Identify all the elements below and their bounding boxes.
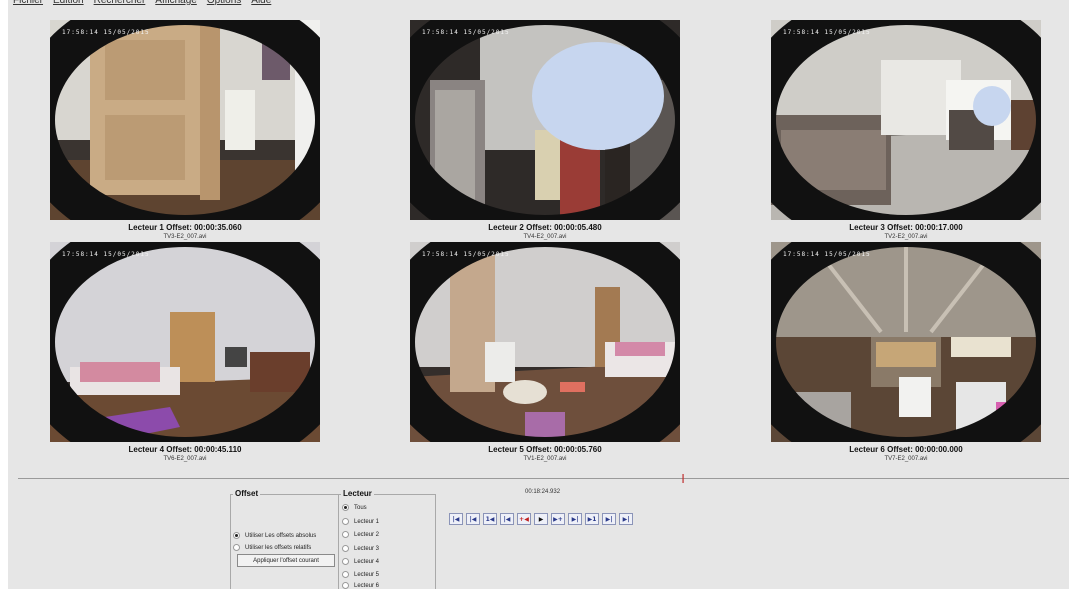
video-view-4[interactable]: 17:58:14 15/05/2015 <box>50 242 320 442</box>
camera-file-3: TV2-E2_007.avi <box>884 234 928 240</box>
video-frame-1 <box>50 20 320 220</box>
lecteur-label-2: Lecteur 2 <box>354 531 380 538</box>
video-timestamp-1: 17:58:14 15/05/2015 <box>62 29 150 36</box>
first-frame-button[interactable]: |◀ <box>449 513 463 525</box>
mark-forward-button[interactable]: ▶+ <box>551 513 565 525</box>
lecteur-radio-tous[interactable] <box>342 504 349 511</box>
video-timestamp-5: 17:58:14 15/05/2015 <box>422 251 510 258</box>
step-back-icon: |◀ <box>503 515 511 523</box>
menu-options[interactable]: Options <box>202 0 246 11</box>
app-window: Fichier Edition Rechercher Affichage Opt… <box>8 0 1069 589</box>
lecteur-radio-5[interactable] <box>342 571 349 578</box>
video-timestamp-6: 17:58:14 15/05/2015 <box>783 251 871 258</box>
step-forward-large-icon: ▶1 <box>587 515 597 523</box>
step-back-button[interactable]: |◀ <box>500 513 514 525</box>
privacy-mask <box>973 86 1011 126</box>
lecteur-label-4: Lecteur 4 <box>354 558 380 565</box>
next-chapter-icon: ▶| <box>605 515 613 523</box>
offset-relative-radio[interactable] <box>233 544 240 551</box>
last-frame-icon: ▶| <box>622 515 630 523</box>
privacy-mask <box>532 42 664 150</box>
lecteur-label-5: Lecteur 5 <box>354 571 380 578</box>
menu-edition[interactable]: Edition <box>48 0 89 11</box>
step-back-large-button[interactable]: 1◀ <box>483 513 497 525</box>
prev-chapter-icon: |◀ <box>469 515 477 523</box>
menu-aide[interactable]: Aide <box>246 0 276 11</box>
lecteur-label-1: Lecteur 1 <box>354 518 380 525</box>
offset-relative-label: Utiliser les offsets relatifs <box>245 544 312 551</box>
first-frame-icon: |◀ <box>452 515 460 523</box>
offset-relative-option[interactable]: Utiliser les offsets relatifs <box>233 544 311 551</box>
lecteur-label-3: Lecteur 3 <box>354 545 380 552</box>
offset-panel-title: Offset <box>233 489 261 498</box>
video-frame-5 <box>410 242 680 442</box>
apply-offset-button[interactable]: Appliquer l'offset courant <box>237 554 335 567</box>
camera-file-6: TV7-E2_007.avi <box>884 456 928 462</box>
offset-absolute-radio[interactable] <box>233 532 240 539</box>
lecteur-option-1[interactable]: Lecteur 1 <box>342 518 379 525</box>
play-icon: ▶ <box>538 515 544 523</box>
video-view-1[interactable]: 17:58:14 15/05/2015 <box>50 20 320 220</box>
lecteur-radio-2[interactable] <box>342 531 349 538</box>
lecteur-option-5[interactable]: Lecteur 5 <box>342 571 379 578</box>
video-timestamp-3: 17:58:14 15/05/2015 <box>783 29 871 36</box>
lecteur-label-6: Lecteur 6 <box>354 582 380 589</box>
lecteur-label-tous: Tous <box>354 504 367 511</box>
step-forward-icon: ▶| <box>571 515 579 523</box>
lecteur-option-6[interactable]: Lecteur 6 <box>342 582 379 589</box>
lecteur-radio-6[interactable] <box>342 582 349 589</box>
camera-caption-6: Lecteur 6 Offset: 00:00:00.000 <box>849 445 963 454</box>
lecteur-radio-1[interactable] <box>342 518 349 525</box>
menu-bar: Fichier Edition Rechercher Affichage Opt… <box>8 0 1069 11</box>
offset-absolute-label: Utiliser Les offsets absolus <box>245 532 317 539</box>
next-chapter-button[interactable]: ▶| <box>602 513 616 525</box>
video-frame-6 <box>771 242 1041 442</box>
lecteur-option-3[interactable]: Lecteur 3 <box>342 545 379 552</box>
camera-file-1: TV3-E2_007.avi <box>163 234 207 240</box>
lecteur-panel-title: Lecteur <box>341 489 374 498</box>
video-view-3[interactable]: 17:58:14 15/05/2015 <box>771 20 1041 220</box>
splitter-handle-icon[interactable]: I <box>678 471 688 487</box>
mark-forward-icon: ▶+ <box>553 515 563 523</box>
play-button[interactable]: ▶ <box>534 513 548 525</box>
last-frame-button[interactable]: ▶| <box>619 513 633 525</box>
playback-time: 00:18:24.932 <box>525 489 561 495</box>
step-forward-large-button[interactable]: ▶1 <box>585 513 599 525</box>
lecteur-option-4[interactable]: Lecteur 4 <box>342 558 379 565</box>
mark-icon: +◀ <box>519 515 529 523</box>
camera-file-4: TV6-E2_007.avi <box>163 456 207 462</box>
video-frame-4 <box>50 242 320 442</box>
video-view-6[interactable]: 17:58:14 15/05/2015 <box>771 242 1041 442</box>
mark-button[interactable]: +◀ <box>517 513 531 525</box>
menu-affichage[interactable]: Affichage <box>150 0 202 11</box>
menu-fichier[interactable]: Fichier <box>8 0 48 11</box>
lecteur-radio-4[interactable] <box>342 558 349 565</box>
video-view-2[interactable]: 17:58:14 15/05/2015 <box>410 20 680 220</box>
camera-caption-3: Lecteur 3 Offset: 00:00:17.000 <box>849 223 963 232</box>
camera-caption-1: Lecteur 1 Offset: 00:00:35.060 <box>128 223 242 232</box>
video-view-5[interactable]: 17:58:14 15/05/2015 <box>410 242 680 442</box>
step-forward-button[interactable]: ▶| <box>568 513 582 525</box>
horizontal-splitter[interactable] <box>18 478 1069 479</box>
step-back-large-icon: 1◀ <box>485 515 495 523</box>
prev-chapter-button[interactable]: |◀ <box>466 513 480 525</box>
video-timestamp-2: 17:58:14 15/05/2015 <box>422 29 510 36</box>
video-timestamp-4: 17:58:14 15/05/2015 <box>62 251 150 258</box>
camera-file-5: TV1-E2_007.avi <box>523 456 567 462</box>
menu-rechercher[interactable]: Rechercher <box>89 0 151 11</box>
lecteur-option-2[interactable]: Lecteur 2 <box>342 531 379 538</box>
offset-panel: Offset <box>230 489 340 589</box>
camera-caption-5: Lecteur 5 Offset: 00:00:05.760 <box>488 445 602 454</box>
transport-controls: |◀ |◀ 1◀ |◀ +◀ ▶ ▶+ ▶| ▶1 ▶| ▶| <box>449 513 633 525</box>
camera-caption-2: Lecteur 2 Offset: 00:00:05.480 <box>488 223 602 232</box>
lecteur-option-tous[interactable]: Tous <box>342 504 367 511</box>
camera-caption-4: Lecteur 4 Offset: 00:00:45.110 <box>128 445 242 454</box>
offset-absolute-option[interactable]: Utiliser Les offsets absolus <box>233 532 316 539</box>
lecteur-radio-3[interactable] <box>342 545 349 552</box>
camera-file-2: TV4-E2_007.avi <box>523 234 567 240</box>
